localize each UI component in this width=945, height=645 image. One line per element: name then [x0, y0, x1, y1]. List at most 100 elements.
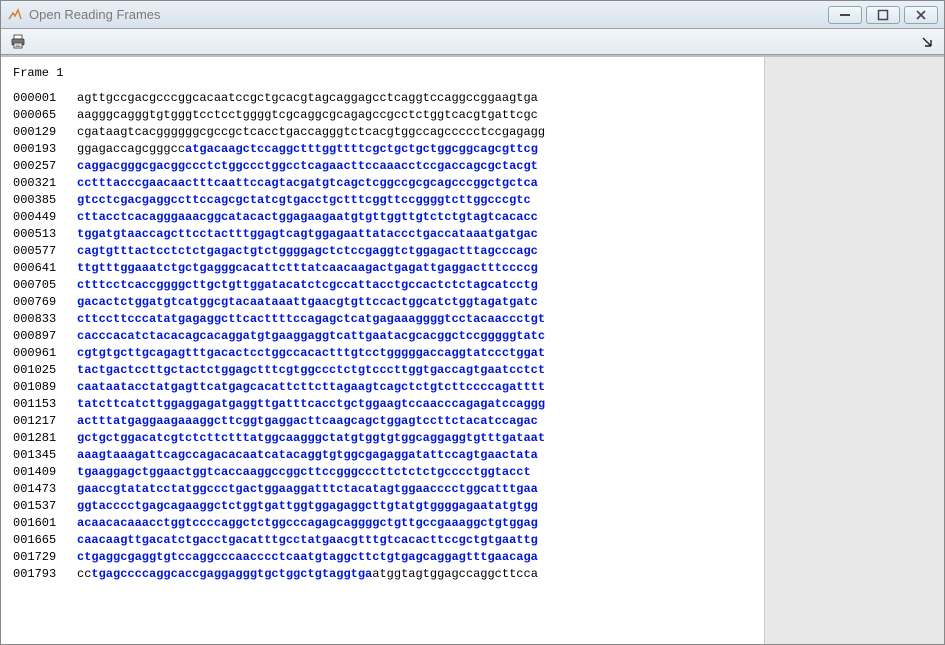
position-label: 000257 [13, 158, 77, 175]
close-button[interactable] [904, 6, 938, 24]
orf-segment: cttccttcccatatgagaggcttcacttttccagagctca… [77, 312, 545, 326]
orf-segment: tgagccccaggcaccgaggagggtgctggctgtaggtga [91, 567, 372, 581]
sequence-row: 000641ttgtttggaaatctgctgagggcacattctttat… [13, 260, 752, 277]
sequence-text: cctgagccccaggcaccgaggagggtgctggctgtaggtg… [77, 567, 538, 581]
sequence-row: 000385gtcctcgacgaggccttccagcgctatcgtgacc… [13, 192, 752, 209]
sequence-row: 001729ctgaggcgaggtgtccaggcccaacccctcaatg… [13, 549, 752, 566]
sequence-text: actttatgaggaagaaaggcttcggtgaggacttcaagca… [77, 414, 538, 428]
position-label: 000321 [13, 175, 77, 192]
arrow-icon [920, 35, 934, 49]
right-gutter [764, 57, 944, 644]
sequence-text: caggacgggcgacggccctctggccctggcctcagaactt… [77, 159, 538, 173]
sequence-text: tatcttcatcttggaggagatgaggttgatttcacctgct… [77, 397, 545, 411]
content-area: Frame 1000001agttgccgacgcccggcacaatccgct… [1, 55, 944, 644]
position-label: 001409 [13, 464, 77, 481]
sequence-row: 000449cttacctcacagggaaacggcatacactggagaa… [13, 209, 752, 226]
sequence-row: 000257caggacgggcgacggccctctggccctggcctca… [13, 158, 752, 175]
sequence-row: 001473gaaccgtatatcctatggccctgactggaaggat… [13, 481, 752, 498]
position-label: 000961 [13, 345, 77, 362]
position-label: 000193 [13, 141, 77, 158]
orf-segment: acaacacaaacctggtccccaggctctggcccagagcagg… [77, 516, 538, 530]
orf-segment: cttacctcacagggaaacggcatacactggagaagaatgt… [77, 210, 538, 224]
minimize-button[interactable] [828, 6, 862, 24]
sequence-text: gacactctggatgtcatggcgtacaataaattgaacgtgt… [77, 295, 538, 309]
orf-segment: cgtgtgcttgcagagtttgacactcctggccacactttgt… [77, 346, 545, 360]
plain-segment: atggtagtggagccaggcttcca [372, 567, 538, 581]
orf-segment: caacaagttgacatctgacctgacatttgcctatgaacgt… [77, 533, 538, 547]
sequence-text: tggatgtaaccagcttcctactttggagtcagtggagaat… [77, 227, 538, 241]
sequence-text: cctttacccgaacaactttcaattccagtacgatgtcagc… [77, 176, 538, 190]
sequence-text: cacccacatctacacagcacaggatgtgaaggaggtcatt… [77, 329, 545, 343]
plain-segment: cgataagtcacggggggcgccgctcacctgaccagggtct… [77, 125, 545, 139]
position-label: 001601 [13, 515, 77, 532]
sequence-row: 001793cctgagccccaggcaccgaggagggtgctggctg… [13, 566, 752, 583]
maximize-icon [877, 9, 889, 21]
sequence-row: 001409tgaaggagctggaactggtcaccaaggccggctt… [13, 464, 752, 481]
sequence-row: 000513tggatgtaaccagcttcctactttggagtcagtg… [13, 226, 752, 243]
orf-segment: ttgtttggaaatctgctgagggcacattctttatcaacaa… [77, 261, 538, 275]
sequence-text: tgaaggagctggaactggtcaccaaggccggcttccgggc… [77, 465, 531, 479]
sequence-row: 000961cgtgtgcttgcagagtttgacactcctggccaca… [13, 345, 752, 362]
orf-segment: cacccacatctacacagcacaggatgtgaaggaggtcatt… [77, 329, 545, 343]
position-label: 000513 [13, 226, 77, 243]
titlebar: Open Reading Frames [1, 1, 944, 29]
sequence-row: 001601acaacacaaacctggtccccaggctctggcccag… [13, 515, 752, 532]
position-label: 000833 [13, 311, 77, 328]
position-label: 001281 [13, 430, 77, 447]
dock-menu-button[interactable] [916, 31, 938, 53]
position-label: 001537 [13, 498, 77, 515]
position-label: 001025 [13, 362, 77, 379]
sequence-text: gaaccgtatatcctatggccctgactggaaggatttctac… [77, 482, 538, 496]
position-label: 001793 [13, 566, 77, 583]
minimize-icon [839, 9, 851, 21]
sequence-text: gtcctcgacgaggccttccagcgctatcgtgacctgcttt… [77, 193, 531, 207]
sequence-text: cgtgtgcttgcagagtttgacactcctggccacactttgt… [77, 346, 545, 360]
sequence-text: agttgccgacgcccggcacaatccgctgcacgtagcagga… [77, 91, 538, 105]
orf-segment: atgacaagctccaggctttggttttcgctgctgctggcgg… [185, 142, 538, 156]
orf-segment: tatcttcatcttggaggagatgaggttgatttcacctgct… [77, 397, 545, 411]
sequence-viewer[interactable]: Frame 1000001agttgccgacgcccggcacaatccgct… [1, 57, 764, 644]
orf-segment: gtcctcgacgaggccttccagcgctatcgtgacctgcttt… [77, 193, 531, 207]
position-label: 000129 [13, 124, 77, 141]
print-button[interactable] [7, 31, 29, 53]
sequence-row: 001217actttatgaggaagaaaggcttcggtgaggactt… [13, 413, 752, 430]
position-label: 000577 [13, 243, 77, 260]
orf-segment: gctgctggacatcgtctcttctttatggcaagggctatgt… [77, 431, 545, 445]
sequence-text: aagggcagggtgtgggtcctcctggggtcgcaggcgcaga… [77, 108, 538, 122]
sequence-row: 001537ggtacccctgagcagaaggctctggtgattggtg… [13, 498, 752, 515]
maximize-button[interactable] [866, 6, 900, 24]
sequence-text: cagtgtttactcctctctgagactgtctggggagctctcc… [77, 244, 538, 258]
plain-segment: cc [77, 567, 91, 581]
orf-segment: tgaaggagctggaactggtcaccaaggccggcttccgggc… [77, 465, 531, 479]
orf-segment: caataatacctatgagttcatgagcacattcttcttagaa… [77, 380, 545, 394]
sequence-row: 001089caataatacctatgagttcatgagcacattcttc… [13, 379, 752, 396]
sequence-text: cttccttcccatatgagaggcttcacttttccagagctca… [77, 312, 545, 326]
position-label: 001665 [13, 532, 77, 549]
sequence-text: aaagtaaagattcagccagacacaatcatacaggtgtggc… [77, 448, 538, 462]
plain-segment: agttgccgacgcccggcacaatccgctgcacgtagcagga… [77, 91, 538, 105]
orf-segment: ctgaggcgaggtgtccaggcccaacccctcaatgtaggct… [77, 550, 538, 564]
orf-segment: cctttacccgaacaactttcaattccagtacgatgtcagc… [77, 176, 538, 190]
sequence-row: 000321cctttacccgaacaactttcaattccagtacgat… [13, 175, 752, 192]
sequence-row: 000705ctttcctcaccggggcttgctgttggatacatct… [13, 277, 752, 294]
sequence-text: ttgtttggaaatctgctgagggcacattctttatcaacaa… [77, 261, 538, 275]
position-label: 000705 [13, 277, 77, 294]
position-label: 001153 [13, 396, 77, 413]
close-icon [915, 9, 927, 21]
position-label: 001217 [13, 413, 77, 430]
sequence-row: 000833cttccttcccatatgagaggcttcacttttccag… [13, 311, 752, 328]
frame-header: Frame 1 [13, 65, 752, 82]
orf-segment: gacactctggatgtcatggcgtacaataaattgaacgtgt… [77, 295, 538, 309]
sequence-row: 001281gctgctggacatcgtctcttctttatggcaaggg… [13, 430, 752, 447]
sequence-text: gctgctggacatcgtctcttctttatggcaagggctatgt… [77, 431, 545, 445]
position-label: 000385 [13, 192, 77, 209]
position-label: 000641 [13, 260, 77, 277]
print-icon [9, 33, 27, 51]
orf-segment: gaaccgtatatcctatggccctgactggaaggatttctac… [77, 482, 538, 496]
window-controls [828, 6, 938, 24]
orf-segment: cagtgtttactcctctctgagactgtctggggagctctcc… [77, 244, 538, 258]
plain-segment: ggagaccagcgggcc [77, 142, 185, 156]
position-label: 000897 [13, 328, 77, 345]
sequence-row: 000577cagtgtttactcctctctgagactgtctggggag… [13, 243, 752, 260]
sequence-text: ggagaccagcgggccatgacaagctccaggctttggtttt… [77, 142, 538, 156]
